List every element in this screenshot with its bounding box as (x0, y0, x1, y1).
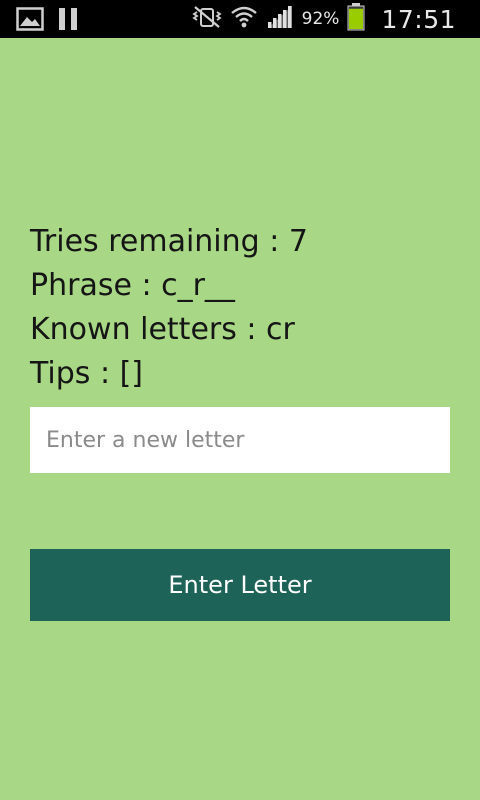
signal-icon (266, 5, 294, 33)
clock: 17:51 (381, 4, 456, 34)
mute-vibrate-icon (192, 5, 222, 33)
enter-letter-button[interactable]: Enter Letter (30, 549, 450, 621)
letter-input[interactable] (30, 407, 450, 473)
phrase-text: Phrase : c_r__ (30, 268, 235, 303)
battery-icon (347, 3, 365, 35)
tips-text: Tips : [] (30, 356, 143, 391)
tries-remaining-text: Tries remaining : 7 (30, 224, 308, 259)
known-letters-text: Known letters : cr (30, 312, 295, 347)
game-screen: Tries remaining : 7 Phrase : c_r__ Known… (0, 38, 480, 800)
gallery-notification-icon (16, 7, 44, 35)
game-status: Tries remaining : 7 Phrase : c_r__ Known… (30, 220, 308, 396)
pause-icon (58, 7, 78, 35)
status-bar-notifications (16, 7, 78, 35)
status-bar: 92% 17:51 (0, 0, 480, 38)
battery-percent: 92% (301, 9, 340, 29)
status-bar-system: 92% 17:51 (192, 0, 456, 38)
wifi-icon (230, 4, 258, 34)
